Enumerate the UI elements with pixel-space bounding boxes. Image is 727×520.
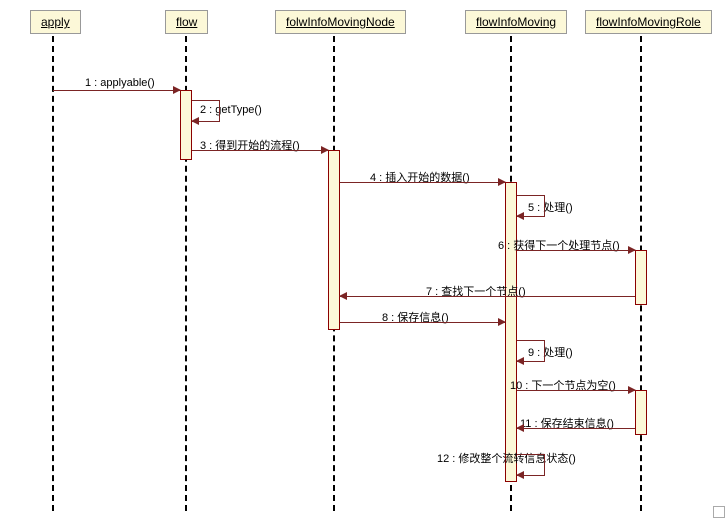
participant-flowInfoMoving[interactable]: flowInfoMoving (465, 10, 567, 34)
msg-arrow (517, 250, 635, 251)
activation (180, 90, 192, 160)
msg-label: 12 : 修改整个流转信息状态() (437, 450, 576, 466)
participant-folwInfoMovingNode[interactable]: folwInfoMovingNode (275, 10, 406, 34)
msg-self (517, 340, 545, 362)
activation (505, 182, 517, 482)
msg-arrow (517, 390, 635, 391)
lifeline-apply (52, 36, 54, 511)
msg-self (192, 100, 220, 122)
msg-self (517, 195, 545, 217)
participant-flow[interactable]: flow (165, 10, 208, 34)
msg-label: 1 : applyable() (85, 77, 155, 89)
msg-arrow (517, 428, 635, 429)
msg-arrow (53, 90, 180, 91)
activation (328, 150, 340, 330)
msg-arrow (340, 182, 505, 183)
activation (635, 390, 647, 435)
resize-handle-icon (713, 506, 725, 518)
msg-arrow (340, 322, 505, 323)
participant-apply[interactable]: apply (30, 10, 81, 34)
msg-arrow (340, 296, 635, 297)
participant-flowInfoMovingRole[interactable]: flowInfoMovingRole (585, 10, 712, 34)
msg-self (517, 454, 545, 476)
msg-arrow (192, 150, 328, 151)
activation (635, 250, 647, 305)
